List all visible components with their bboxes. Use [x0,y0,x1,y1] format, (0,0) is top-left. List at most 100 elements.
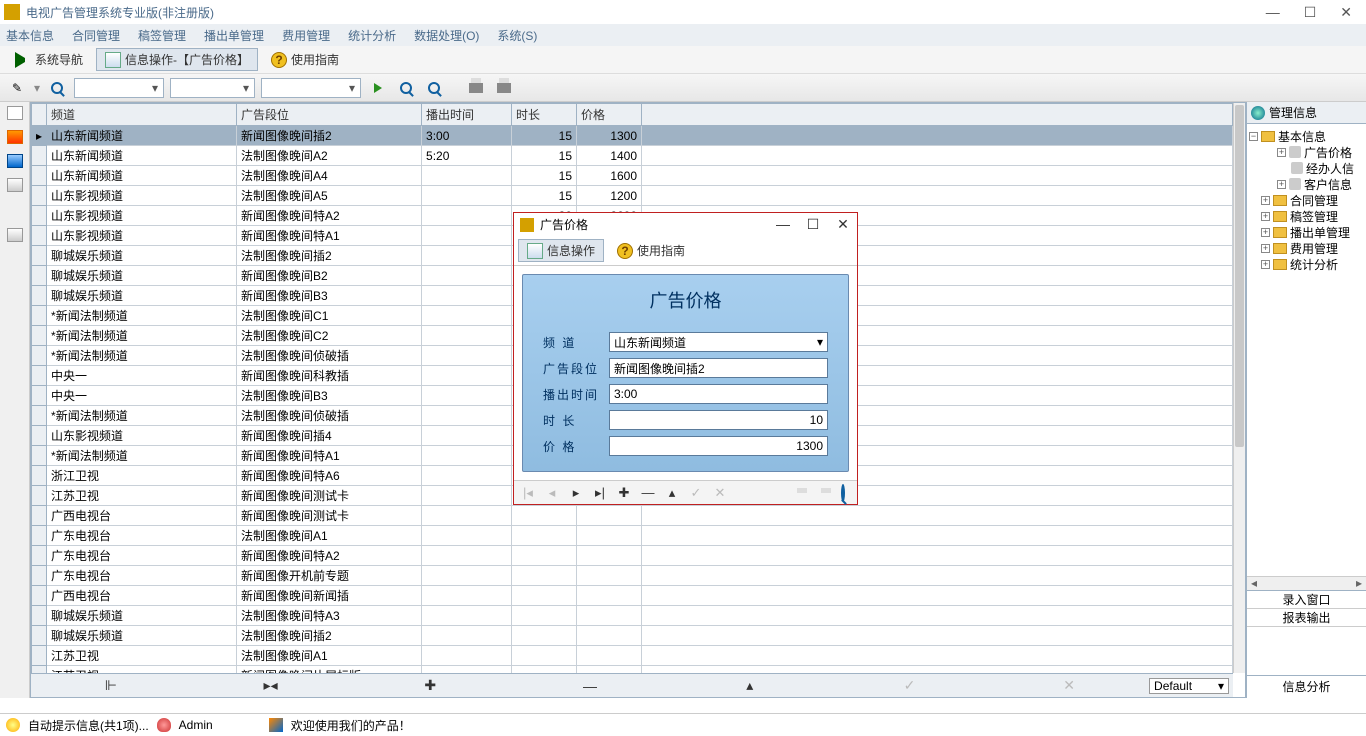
arrow-icon [15,52,31,68]
vertical-scrollbar[interactable] [1233,103,1245,673]
duration-input[interactable] [609,410,828,430]
nav-up[interactable]: ▴ [670,677,830,694]
rec-last[interactable]: ▸| [592,485,608,501]
filter-input-1[interactable] [75,79,147,97]
leftstrip-btn-2[interactable] [7,130,23,144]
rec-cancel[interactable]: ✕ [712,485,728,501]
print-preview-icon[interactable] [465,77,487,99]
dialog-titlebar[interactable]: 广告价格 — ☐ ✕ [514,213,857,236]
status-welcome: 欢迎使用我们的产品！ [291,717,411,734]
col-time[interactable]: 播出时间 [422,104,512,126]
search-icon[interactable] [46,77,68,99]
maximize-button[interactable]: ☐ [1304,4,1317,21]
filter-input-3[interactable] [262,79,344,97]
system-nav-button[interactable]: 系统导航 [6,48,92,71]
filter-combo-3[interactable]: ▾ [261,78,361,98]
table-row[interactable]: 广东电视台新闻图像开机前专题 [32,566,1233,586]
find-user-icon[interactable] [395,77,417,99]
nav-check[interactable]: ✓ [830,677,990,694]
menu-stats[interactable]: 统计分析 [348,27,396,44]
table-row[interactable]: 山东新闻频道法制图像晚间A4151600 [32,166,1233,186]
menu-data[interactable]: 数据处理(O) [414,27,479,44]
nav-cancel[interactable]: ✕ [989,677,1149,694]
table-row[interactable]: 江苏卫视法制图像晚间A1 [32,646,1233,666]
table-row[interactable]: 山东新闻频道法制图像晚间A25:20151400 [32,146,1233,166]
duration-label: 时 长 [543,412,599,429]
tip-icon [6,718,20,732]
dialog-minimize[interactable]: — [775,216,791,233]
slot-label: 广告段位 [543,360,599,377]
run-button[interactable] [367,77,389,99]
slot-input[interactable] [609,358,828,378]
rec-save[interactable]: ✓ [688,485,704,501]
table-row[interactable]: 广西电视台新闻图像晚间新闻插 [32,586,1233,606]
ad-price-dialog: 广告价格 — ☐ ✕ 信息操作 ? 使用指南 广告价格 频 道 山东新闻频道▾ … [513,212,858,505]
nav-tree[interactable]: −基本信息 +广告价格 经办人信 +客户信息 +合同管理 +稿签管理 +播出单管… [1247,124,1366,576]
table-row[interactable]: 广东电视台新闻图像晚间特A2 [32,546,1233,566]
time-input[interactable] [609,384,828,404]
leftstrip-btn-5[interactable] [7,228,23,242]
table-row[interactable]: ▸山东新闻频道新闻图像晚间插23:00151300 [32,126,1233,146]
help-icon: ? [271,52,287,68]
menu-broadcast[interactable]: 播出单管理 [204,27,264,44]
rec-prev[interactable]: ◂ [544,485,560,501]
nav-add[interactable]: ✚ [350,677,510,694]
leaf-icon [1291,162,1303,174]
leftstrip-btn-4[interactable] [7,178,23,192]
rec-edit[interactable]: ▴ [664,485,680,501]
menu-basic-info[interactable]: 基本信息 [6,27,54,44]
minimize-button[interactable]: — [1266,4,1280,21]
globe-icon [1251,106,1265,120]
table-row[interactable]: 聊城娱乐频道法制图像晚间特A3 [32,606,1233,626]
style-selector[interactable]: Default▾ [1149,678,1229,694]
menu-fee[interactable]: 费用管理 [282,27,330,44]
link-info-analysis[interactable]: 信息分析 [1247,676,1366,698]
channel-select[interactable]: 山东新闻频道▾ [609,332,828,352]
menu-script[interactable]: 稿签管理 [138,27,186,44]
menu-system[interactable]: 系统(S) [497,27,537,44]
leftstrip-btn-1[interactable] [7,106,23,120]
close-button[interactable]: ✕ [1340,4,1352,21]
status-tip[interactable]: 自动提示信息(共1项)... [28,717,149,734]
table-row[interactable]: 广西电视台新闻图像晚间测试卡 [32,506,1233,526]
menu-contract[interactable]: 合同管理 [72,27,120,44]
rec-add[interactable]: ✚ [616,485,632,501]
table-row[interactable]: 山东影视频道法制图像晚间A5151200 [32,186,1233,206]
document-icon [527,243,543,259]
dialog-tab-guide[interactable]: ? 使用指南 [608,239,694,262]
link-report-output[interactable]: 报表输出 [1247,609,1366,627]
col-duration[interactable]: 时长 [512,104,577,126]
col-slot[interactable]: 广告段位 [237,104,422,126]
table-row[interactable]: 聊城娱乐频道法制图像晚间插2 [32,626,1233,646]
col-channel[interactable]: 频道 [47,104,237,126]
usage-guide-button[interactable]: ? 使用指南 [262,48,348,71]
nav-remove[interactable]: — [510,678,670,694]
print-icon[interactable] [493,77,515,99]
table-row[interactable]: 江苏卫视新闻图像晚间片尾标版 [32,666,1233,674]
table-row[interactable]: 广东电视台法制图像晚间A1 [32,526,1233,546]
system-nav-label: 系统导航 [35,51,83,68]
tree-hscroll[interactable]: ◂▸ [1247,576,1366,590]
leftstrip-btn-3[interactable] [7,154,23,168]
dialog-maximize[interactable]: ☐ [805,216,821,233]
dialog-close[interactable]: ✕ [835,216,851,233]
find-doc-icon[interactable] [423,77,445,99]
filter-combo-1[interactable]: ▾ [74,78,164,98]
filter-combo-2[interactable]: ▾ [170,78,255,98]
rec-first[interactable]: |◂ [520,485,536,501]
nav-first[interactable]: ⊩ [31,677,191,694]
nav-prev[interactable]: ▸◂ [191,677,351,694]
col-price[interactable]: 价格 [577,104,642,126]
left-toolstrip [0,102,30,698]
dialog-tab-info[interactable]: 信息操作 [518,239,604,262]
filter-input-2[interactable] [171,79,238,97]
document-icon [105,52,121,68]
rec-remove[interactable]: — [640,485,656,500]
info-operation-button[interactable]: 信息操作-【广告价格】 [96,48,258,71]
price-input[interactable] [609,436,828,456]
edit-icon[interactable]: ✎ [6,77,28,99]
grid-navigator: ⊩ ▸◂ ✚ — ▴ ✓ ✕ Default▾ [31,673,1233,697]
link-input-window[interactable]: 录入窗口 [1247,591,1366,609]
dlg-search[interactable] [835,485,851,500]
rec-next[interactable]: ▸ [568,485,584,501]
